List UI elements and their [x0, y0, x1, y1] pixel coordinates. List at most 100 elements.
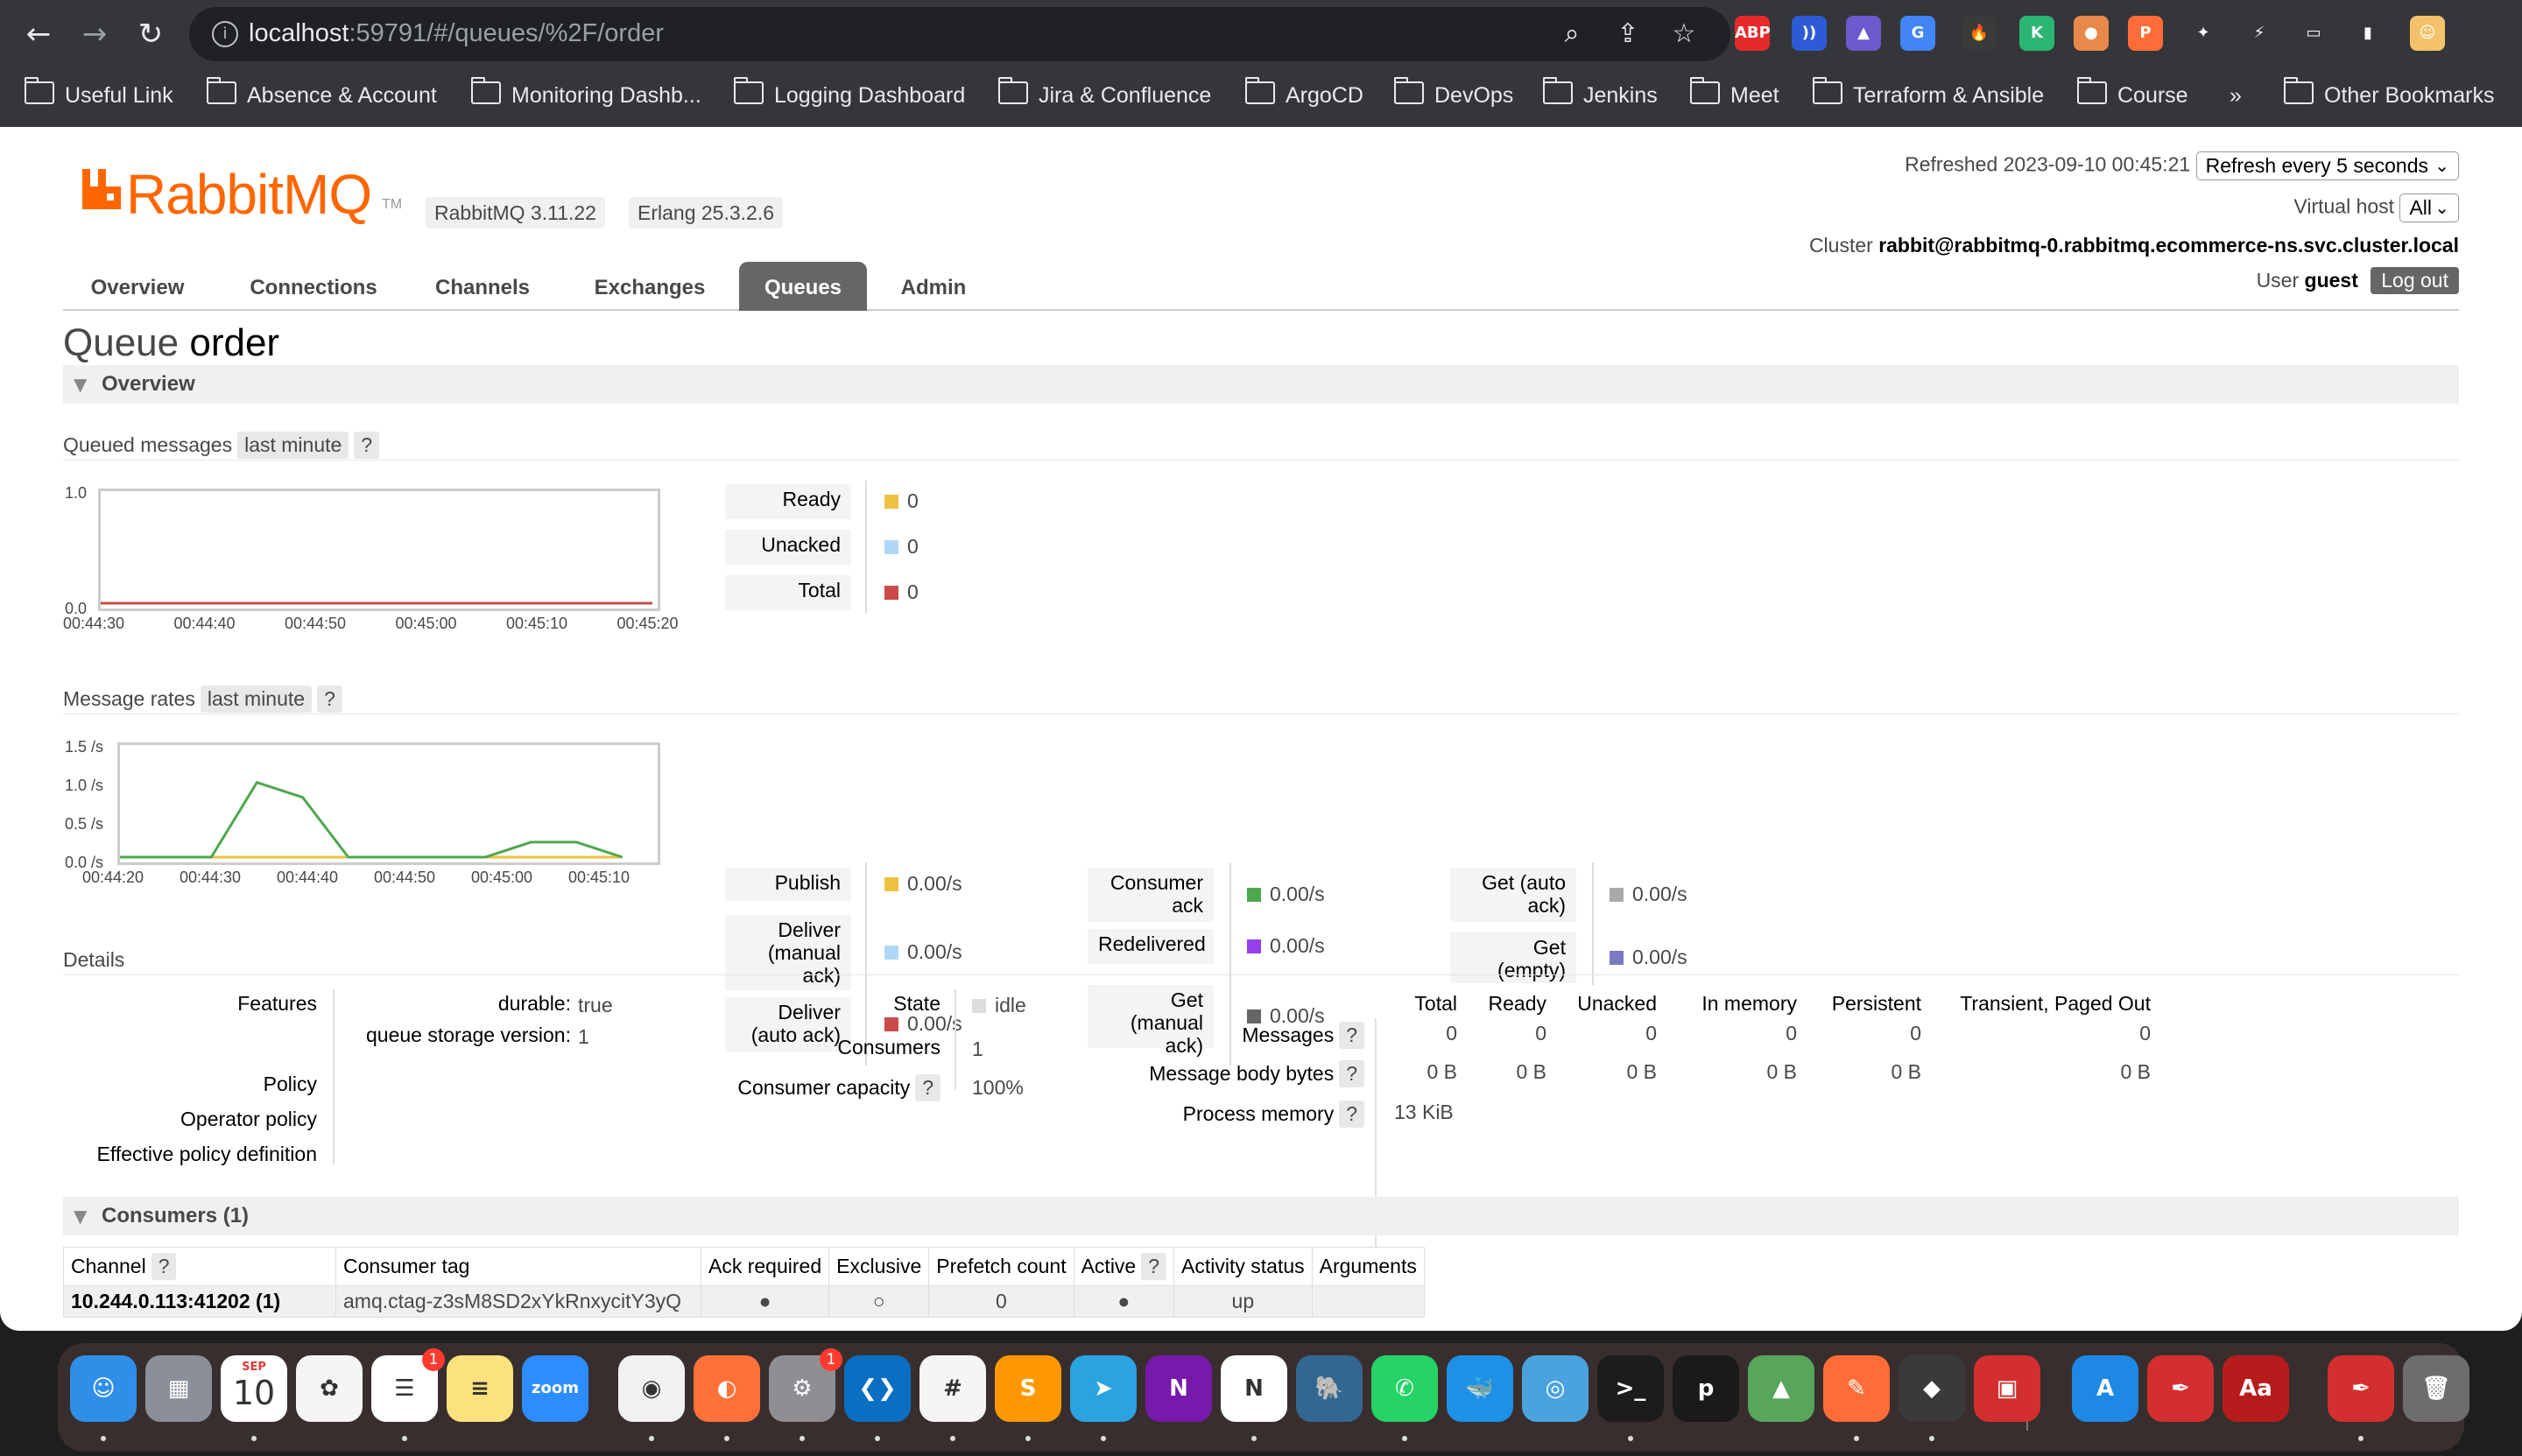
- bookmark-star-icon[interactable]: ☆: [1667, 18, 1701, 51]
- postman-extension-icon[interactable]: P: [2128, 16, 2163, 51]
- share-icon[interactable]: ⇪: [1611, 18, 1645, 51]
- whatsapp-icon[interactable]: ✆: [1371, 1355, 1438, 1422]
- puzzle-extensions-icon[interactable]: ✦: [2186, 16, 2221, 51]
- screenshot-icon[interactable]: ◎: [1522, 1355, 1589, 1422]
- postman-dock-icon[interactable]: ✎: [1823, 1355, 1890, 1422]
- fire-extension-icon[interactable]: 🔥: [1962, 16, 1997, 51]
- calendar-icon[interactable]: SEP 10: [221, 1355, 287, 1422]
- notion-icon[interactable]: N: [1221, 1355, 1287, 1422]
- chrome-icon[interactable]: ◉: [618, 1355, 685, 1422]
- boxes-icon[interactable]: ▣: [1974, 1355, 2040, 1422]
- consumers-section-header[interactable]: ▼ Consumers (1): [63, 1197, 2459, 1235]
- tab-overview[interactable]: Overview: [63, 262, 212, 311]
- body-bytes-value: 0 B: [1766, 1060, 1797, 1083]
- trash-icon[interactable]: 🗑: [2403, 1355, 2469, 1422]
- forward-arrow-icon[interactable]: →: [74, 16, 116, 53]
- vscode-icon[interactable]: ❮❯: [844, 1355, 911, 1422]
- process-memory-help-button[interactable]: ?: [1339, 1101, 1364, 1128]
- bookmarks-overflow-button[interactable]: »: [2230, 81, 2242, 110]
- tab-admin[interactable]: Admin: [890, 262, 977, 311]
- terminal-icon[interactable]: >_: [1597, 1355, 1664, 1422]
- rocket-icon[interactable]: ▲: [1748, 1355, 1814, 1422]
- bookmark-folder[interactable]: ArgoCD: [1245, 77, 1363, 110]
- profile-avatar-icon[interactable]: ☺: [2410, 16, 2445, 51]
- legend-value: 0: [884, 489, 919, 513]
- notes-icon[interactable]: ≡: [447, 1355, 513, 1422]
- rates-range-select[interactable]: last minute: [200, 686, 313, 713]
- firefox-icon[interactable]: ◐: [694, 1355, 760, 1422]
- queued-messages-plot: [101, 601, 652, 605]
- active-help-button[interactable]: ?: [1141, 1253, 1167, 1280]
- address-bar[interactable]: i localhost:59791/#/queues/%2F/order ⌕ ⇪…: [189, 7, 1730, 61]
- acrobat-icon[interactable]: ✒: [2147, 1355, 2214, 1422]
- calendar-day: 10: [232, 1374, 276, 1412]
- overview-section-header[interactable]: ▼ Overview: [63, 365, 2459, 404]
- site-info-icon[interactable]: i: [212, 21, 238, 47]
- refresh-interval-select[interactable]: Refresh every 5 seconds ⌄: [2195, 151, 2459, 180]
- queued-help-button[interactable]: ?: [354, 432, 380, 459]
- running-indicator: [875, 1436, 880, 1441]
- photos-icon[interactable]: ✿: [296, 1355, 363, 1422]
- back-arrow-icon[interactable]: ←: [18, 16, 60, 53]
- pricetag-icon[interactable]: p: [1673, 1355, 1739, 1422]
- kiwi-extension-icon[interactable]: K: [2019, 16, 2054, 51]
- channel-help-button[interactable]: ?: [151, 1253, 177, 1280]
- launchpad-icon[interactable]: ▦: [145, 1355, 212, 1422]
- app-store-icon[interactable]: A: [2072, 1355, 2138, 1422]
- speed-extension-icon[interactable]: ⚡: [2242, 16, 2277, 51]
- adblock-plus-icon[interactable]: ABP: [1735, 16, 1771, 51]
- tab-queues[interactable]: Queues: [739, 262, 867, 311]
- wave-extension-icon[interactable]: )): [1792, 16, 1827, 51]
- tab-exchanges[interactable]: Exchanges: [576, 262, 723, 311]
- bottle-extension-icon[interactable]: ●: [2074, 16, 2109, 51]
- bookmark-folder[interactable]: DevOps: [1394, 77, 1513, 110]
- capacity-help-button[interactable]: ?: [915, 1074, 940, 1101]
- bookmark-label: Jira & Confluence: [1039, 83, 1212, 108]
- queued-range-select[interactable]: last minute: [237, 432, 349, 459]
- vhost-select[interactable]: All ⌄: [2399, 193, 2459, 222]
- zoom-icon[interactable]: zoom: [522, 1355, 588, 1422]
- other-bookmarks-folder[interactable]: Other Bookmarks: [2284, 77, 2495, 110]
- address-url[interactable]: localhost:59791/#/queues/%2F/order: [249, 19, 664, 48]
- zoom-magnifier-icon[interactable]: ⌕: [1555, 18, 1589, 51]
- folder-icon: [1813, 77, 1842, 104]
- tableplus-icon[interactable]: ◆: [1899, 1355, 1965, 1422]
- onenote-icon[interactable]: N: [1145, 1355, 1212, 1422]
- dictionary-icon[interactable]: Aa: [2223, 1355, 2289, 1422]
- tab-connections[interactable]: Connections: [235, 262, 392, 311]
- cast-icon[interactable]: ▭: [2296, 16, 2331, 51]
- finder-icon[interactable]: ☺: [70, 1355, 137, 1422]
- bookmark-label: Logging Dashboard: [774, 83, 966, 108]
- legend-value-text: 0: [907, 489, 919, 512]
- rates-help-button[interactable]: ?: [317, 686, 342, 713]
- running-indicator: [1402, 1436, 1407, 1441]
- bookmark-folder[interactable]: Monitoring Dashb...: [471, 77, 701, 110]
- bookmark-folder[interactable]: Absence & Account: [207, 77, 437, 110]
- reload-icon[interactable]: ↻: [130, 16, 172, 53]
- tab-channels[interactable]: Channels: [417, 262, 548, 311]
- acrobat-recent-icon[interactable]: ✒: [2328, 1355, 2394, 1422]
- bookmark-folder[interactable]: Logging Dashboard: [734, 77, 966, 110]
- body-bytes-help-button[interactable]: ?: [1339, 1060, 1364, 1087]
- docker-icon[interactable]: 🐳: [1447, 1355, 1513, 1422]
- bookmark-folder[interactable]: Terraform & Ansible: [1813, 77, 2044, 110]
- bookmark-folder[interactable]: Course: [2077, 77, 2188, 110]
- translate-extension-icon[interactable]: G: [1900, 16, 1935, 51]
- series-line-consumer-ack: [120, 780, 623, 859]
- telegram-icon[interactable]: ➤: [1070, 1355, 1137, 1422]
- bookmark-folder[interactable]: Meet: [1690, 77, 1779, 110]
- sublime-text-icon[interactable]: S: [995, 1355, 1061, 1422]
- body-bytes-label-text: Message body bytes: [1149, 1062, 1335, 1085]
- bookmark-folder[interactable]: Useful Link: [25, 77, 173, 110]
- bookmark-folder[interactable]: Jira & Confluence: [998, 77, 1212, 110]
- folder-icon: [1394, 77, 1424, 104]
- consumer-channel-link[interactable]: 10.244.0.113:41202 (1): [63, 1285, 336, 1318]
- mountain-extension-icon[interactable]: ▲: [1846, 16, 1881, 51]
- slack-icon[interactable]: #: [919, 1355, 986, 1422]
- pgadmin-icon[interactable]: 🐘: [1296, 1355, 1363, 1422]
- queued-messages-chart: [98, 489, 660, 611]
- stats-col-header: Total: [1414, 992, 1457, 1015]
- messages-help-button[interactable]: ?: [1339, 1022, 1364, 1049]
- sidepanel-icon[interactable]: ▮: [2350, 16, 2385, 51]
- bookmark-folder[interactable]: Jenkins: [1543, 77, 1658, 110]
